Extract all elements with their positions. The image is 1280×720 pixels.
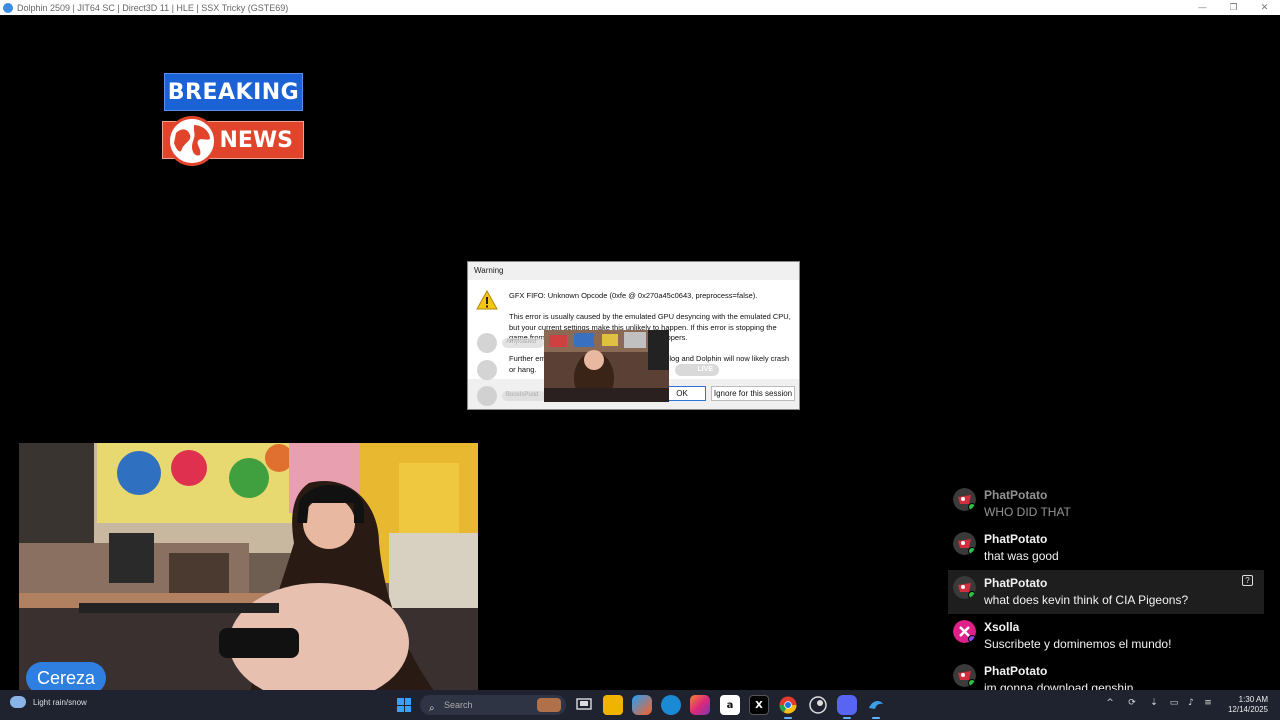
- chrome-icon[interactable]: [778, 695, 798, 719]
- chat-username[interactable]: PhatPotato: [984, 488, 1047, 502]
- chat-text: what does kevin think of CIA Pigeons?: [984, 593, 1189, 607]
- window-title: Dolphin 2509 | JIT64 SC | Direct3D 11 | …: [17, 2, 289, 13]
- chat-message: PhatPotato WHO DID THAT: [948, 482, 1264, 526]
- copilot-icon[interactable]: [632, 695, 652, 715]
- chevron-up-icon[interactable]: ^: [1104, 698, 1116, 710]
- stream-preview-thumbnail: [544, 330, 669, 402]
- network-icon[interactable]: ≡: [1202, 698, 1214, 710]
- chat-username[interactable]: Xsolla: [984, 620, 1019, 634]
- start-button[interactable]: [397, 698, 411, 712]
- sync-icon[interactable]: ⟳: [1126, 698, 1138, 710]
- weather-widget[interactable]: Light rain/snow: [10, 696, 87, 708]
- ghost-name-pill: Amyloaded: [502, 338, 544, 348]
- user-avatar: [953, 664, 976, 687]
- chat-text: WHO DID THAT: [984, 505, 1071, 519]
- restore-button[interactable]: ❐: [1218, 3, 1249, 13]
- chat-message: PhatPotato that was good: [948, 526, 1264, 570]
- search-highlight-image: [537, 698, 561, 712]
- user-avatar: [953, 620, 976, 643]
- chat-username[interactable]: PhatPotato: [984, 576, 1047, 590]
- display-icon[interactable]: ▭: [1168, 698, 1180, 710]
- volume-icon[interactable]: ♪: [1185, 698, 1197, 710]
- chat-message: Xsolla Suscribete y dominemos el mundo!: [948, 614, 1264, 658]
- amazon-icon[interactable]: a: [720, 695, 740, 715]
- user-avatar: [953, 576, 976, 599]
- instagram-icon[interactable]: [690, 695, 710, 715]
- chat-message: PhatPotato what does kevin think of CIA …: [948, 570, 1264, 614]
- weather-label: Light rain/snow: [33, 697, 87, 707]
- ghost-avatar: [477, 360, 497, 380]
- user-avatar: [953, 488, 976, 511]
- reply-icon[interactable]: ?: [1242, 575, 1253, 586]
- dialog-title: Warning: [468, 262, 799, 280]
- close-button[interactable]: ✕: [1249, 3, 1280, 13]
- live-badge: LIVE: [675, 364, 719, 376]
- search-icon: ⌕: [429, 703, 435, 714]
- chat-text: im gonna download genshin: [984, 681, 1134, 690]
- chat-username[interactable]: PhatPotato: [984, 664, 1047, 678]
- time-label: 1:30 AM: [1238, 695, 1268, 704]
- chat-message: PhatPotato im gonna download genshin: [948, 658, 1264, 690]
- weather-icon: [10, 696, 26, 708]
- task-view-icon[interactable]: [574, 695, 594, 715]
- globe-icon: [167, 116, 217, 166]
- steam-icon[interactable]: [808, 695, 828, 715]
- taskbar: Light rain/snow ⌕ Search a X ^ ⟳ ⇣ ▭ ♪ ≡…: [0, 690, 1280, 720]
- breaking-banner: BREAKING: [164, 73, 303, 111]
- discord-icon[interactable]: [837, 695, 857, 719]
- chat-panel: PhatPotato WHO DID THAT PhatPotato that …: [948, 480, 1264, 690]
- dolphin-taskbar-icon[interactable]: [866, 695, 886, 719]
- ghost-name-pill: BoosIsPudd: [502, 391, 546, 401]
- dolphin-icon: [3, 2, 13, 13]
- clock[interactable]: 1:30 AM 12/14/2025: [1228, 695, 1268, 715]
- file-explorer-icon[interactable]: [603, 695, 623, 715]
- date-label: 12/14/2025: [1227, 705, 1268, 714]
- warning-icon: [476, 290, 498, 310]
- user-avatar: [953, 532, 976, 555]
- usb-icon[interactable]: ⇣: [1148, 698, 1160, 710]
- edge-icon[interactable]: [661, 695, 681, 715]
- error-message: GFX FIFO: Unknown Opcode (0xfe @ 0x270a4…: [509, 291, 758, 300]
- chat-text: Suscribete y dominemos el mundo!: [984, 637, 1172, 651]
- minimize-button[interactable]: —: [1187, 3, 1218, 13]
- search-box[interactable]: ⌕ Search: [420, 695, 566, 715]
- chat-username[interactable]: PhatPotato: [984, 532, 1047, 546]
- x-icon[interactable]: X: [749, 695, 769, 715]
- webcam-feed: [19, 443, 478, 698]
- ghost-avatar: [477, 386, 497, 406]
- ghost-avatar: [477, 333, 497, 353]
- window-titlebar: Dolphin 2509 | JIT64 SC | Direct3D 11 | …: [0, 0, 1280, 15]
- chat-text: that was good: [984, 549, 1059, 563]
- ignore-session-button[interactable]: Ignore for this session: [711, 386, 795, 401]
- search-placeholder: Search: [444, 700, 473, 710]
